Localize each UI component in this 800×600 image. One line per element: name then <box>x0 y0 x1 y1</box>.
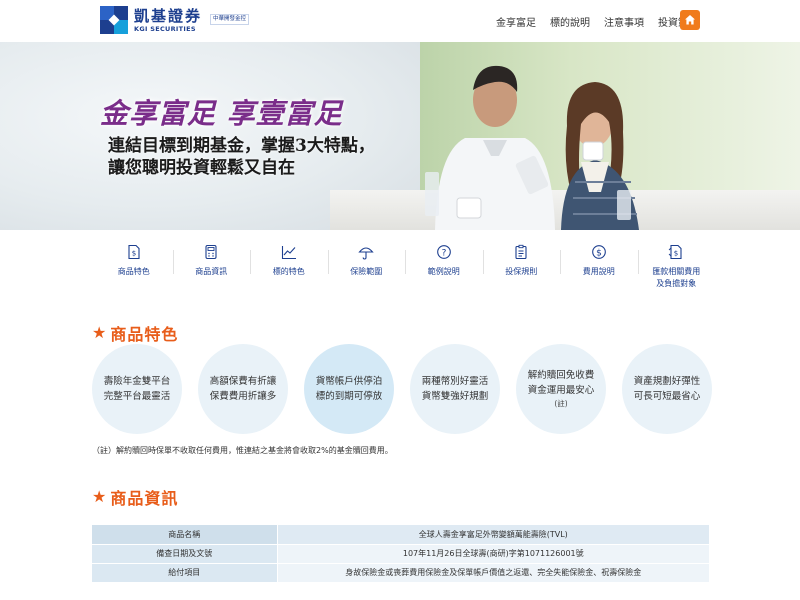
icon-nav-label: 費用說明 <box>582 267 615 276</box>
hero-subtitle: 連結目標到期基金，掌握3大特點， 讓您聰明投資輕鬆又自在 <box>108 135 375 179</box>
svg-text:$: $ <box>132 250 136 258</box>
icon-nav-item-target-features[interactable]: 標的特色 <box>250 244 328 294</box>
calculator-icon <box>205 244 217 260</box>
icon-nav-label: 匯款相關費用 及負擔對象 <box>652 266 700 290</box>
svg-text:$: $ <box>674 250 678 258</box>
hero-photo-people <box>425 65 639 230</box>
icon-nav-label: 商品資訊 <box>195 267 228 276</box>
feature-line: 完整平台最靈活 <box>103 391 171 402</box>
clipboard-icon <box>515 244 527 260</box>
nav-item-notices[interactable]: 注意事項 <box>604 14 644 29</box>
icon-nav-label: 標的特色 <box>272 267 305 276</box>
nav-item-target-info[interactable]: 標的說明 <box>550 14 590 29</box>
brand-name-en: KGI SECURITIES <box>134 24 196 33</box>
table-row: 商品名稱 全球人壽金享富足外幣變額萬能壽險(TVL) <box>92 525 709 545</box>
hero-subtitle-line: 讓您聰明投資輕鬆又自在 <box>108 158 295 178</box>
question-icon: ? <box>436 245 451 259</box>
icon-nav-label-line: 匯款相關費用 <box>652 267 701 276</box>
table-value: 身故保險金或喪葬費用保險金及保單帳戶價值之返還、完全失能保險金、祝壽保險金 <box>277 563 709 583</box>
hero-banner: 金享富足 享壹富足 連結目標到期基金，掌握3大特點， 讓您聰明投資輕鬆又自在 <box>0 42 800 230</box>
feature-circle: 兩種幣別好靈活 貨幣雙強好規劃 <box>410 344 500 434</box>
info-section-title: ★ 商品資訊 <box>92 485 178 509</box>
feature-circle: 貨幣帳戶供停泊 標的到期可停放 <box>304 344 394 434</box>
nav-item-jinxiang[interactable]: 金享富足 <box>496 14 536 29</box>
feature-line: 可長可短最省心 <box>633 391 701 402</box>
icon-nav-label-line: 及負擔對象 <box>656 279 697 288</box>
feature-line: 保費費用折讓多 <box>209 391 277 402</box>
icon-nav-label: 保險範圍 <box>350 267 383 276</box>
line-chart-icon <box>281 246 296 260</box>
umbrella-icon <box>358 247 374 260</box>
section-icon-nav: $ 商品特色 商品資訊 標的特色 保險範圍 ? 範例說明 投保規則 $ 費用說明… <box>95 244 715 294</box>
feature-line: 標的到期可停放 <box>315 391 383 402</box>
table-value: 107年11月26日全球壽(商研)字第1071126001號 <box>277 544 709 564</box>
brand-name-cn: 凱基證券 <box>134 6 203 25</box>
feature-circle: 高額保費有折讓 保費費用折讓多 <box>198 344 288 434</box>
site-header: 凱基證券 KGI SECURITIES 中華開發金控 金享富足 標的說明 注意事… <box>0 0 800 42</box>
icon-nav-item-remittance[interactable]: $ 匯款相關費用 及負擔對象 <box>637 244 716 294</box>
table-key: 商品名稱 <box>92 525 278 545</box>
svg-text:?: ? <box>441 248 446 258</box>
feature-note: (註) <box>554 399 568 408</box>
icon-nav-item-rules[interactable]: 投保規則 <box>482 244 561 294</box>
feature-line: 壽險年金雙平台 <box>103 376 171 387</box>
icon-nav-item-examples[interactable]: ? 範例說明 <box>405 244 483 294</box>
hero-title: 金享富足 享壹富足 <box>100 97 343 130</box>
feature-line: 高額保費有折讓 <box>209 376 277 387</box>
table-value: 全球人壽金享富足外幣變額萬能壽險(TVL) <box>277 525 709 545</box>
icon-nav-label: 商品特色 <box>117 267 150 276</box>
home-button[interactable] <box>680 10 700 30</box>
feature-line: 解約贖回免收費 <box>527 370 595 381</box>
icon-nav-label: 投保規則 <box>505 267 538 276</box>
table-key: 備查日期及文號 <box>92 544 278 564</box>
table-row: 備查日期及文號 107年11月26日全球壽(商研)字第1071126001號 <box>92 544 709 564</box>
icon-nav-item-product-info[interactable]: 商品資訊 <box>172 244 251 294</box>
feature-line: 貨幣雙強好規劃 <box>421 391 489 402</box>
section-title-text: 商品特色 <box>110 325 179 344</box>
star-icon: ★ <box>92 323 107 342</box>
dollar-icon: $ <box>591 245 606 259</box>
feature-line: 資金運用最安心 <box>527 385 595 396</box>
features-footnote: （註）解約贖回時保單不收取任何費用，惟連結之基金將會收取2%的基金贖回費用。 <box>92 446 393 455</box>
feature-circles: 壽險年金雙平台 完整平台最靈活 高額保費有折讓 保費費用折讓多 貨幣帳戶供停泊 … <box>92 344 712 434</box>
section-title-text: 商品資訊 <box>110 489 179 508</box>
exchange-icon: $ <box>668 244 682 260</box>
icon-nav-item-features[interactable]: $ 商品特色 <box>95 244 173 294</box>
main-nav: 金享富足 標的說明 注意事項 投資策略 <box>482 14 698 29</box>
svg-text:$: $ <box>596 248 602 258</box>
icon-nav-item-fees[interactable]: $ 費用說明 <box>560 244 638 294</box>
table-key: 給付項目 <box>92 563 278 583</box>
icon-nav-label: 範例說明 <box>427 267 460 276</box>
parent-company-label: 中華開發金控 <box>210 13 250 25</box>
kgi-logo[interactable]: 凱基證券 KGI SECURITIES 中華開發金控 <box>100 6 250 34</box>
home-icon <box>685 15 695 25</box>
features-section-title: ★ 商品特色 <box>92 321 178 345</box>
table-row: 給付項目 身故保險金或喪葬費用保險金及保單帳戶價值之返還、完全失能保險金、祝壽保… <box>92 563 709 583</box>
product-info-table: 商品名稱 全球人壽金享富足外幣變額萬能壽險(TVL) 備查日期及文號 107年1… <box>92 525 709 583</box>
feature-circle: 資產規劃好彈性 可長可短最省心 <box>622 344 712 434</box>
kgi-logo-mark <box>100 6 128 34</box>
feature-circle: 解約贖回免收費 資金運用最安心 (註) <box>516 344 606 434</box>
document-dollar-icon: $ <box>128 244 140 260</box>
feature-line: 資產規劃好彈性 <box>633 376 701 387</box>
feature-line: 兩種幣別好靈活 <box>421 376 489 387</box>
icon-nav-item-coverage[interactable]: 保險範圍 <box>327 244 406 294</box>
hero-subtitle-line: 連結目標到期基金，掌握3大特點， <box>108 136 375 156</box>
star-icon: ★ <box>92 487 107 506</box>
feature-line: 貨幣帳戶供停泊 <box>315 376 383 387</box>
feature-circle: 壽險年金雙平台 完整平台最靈活 <box>92 344 182 434</box>
